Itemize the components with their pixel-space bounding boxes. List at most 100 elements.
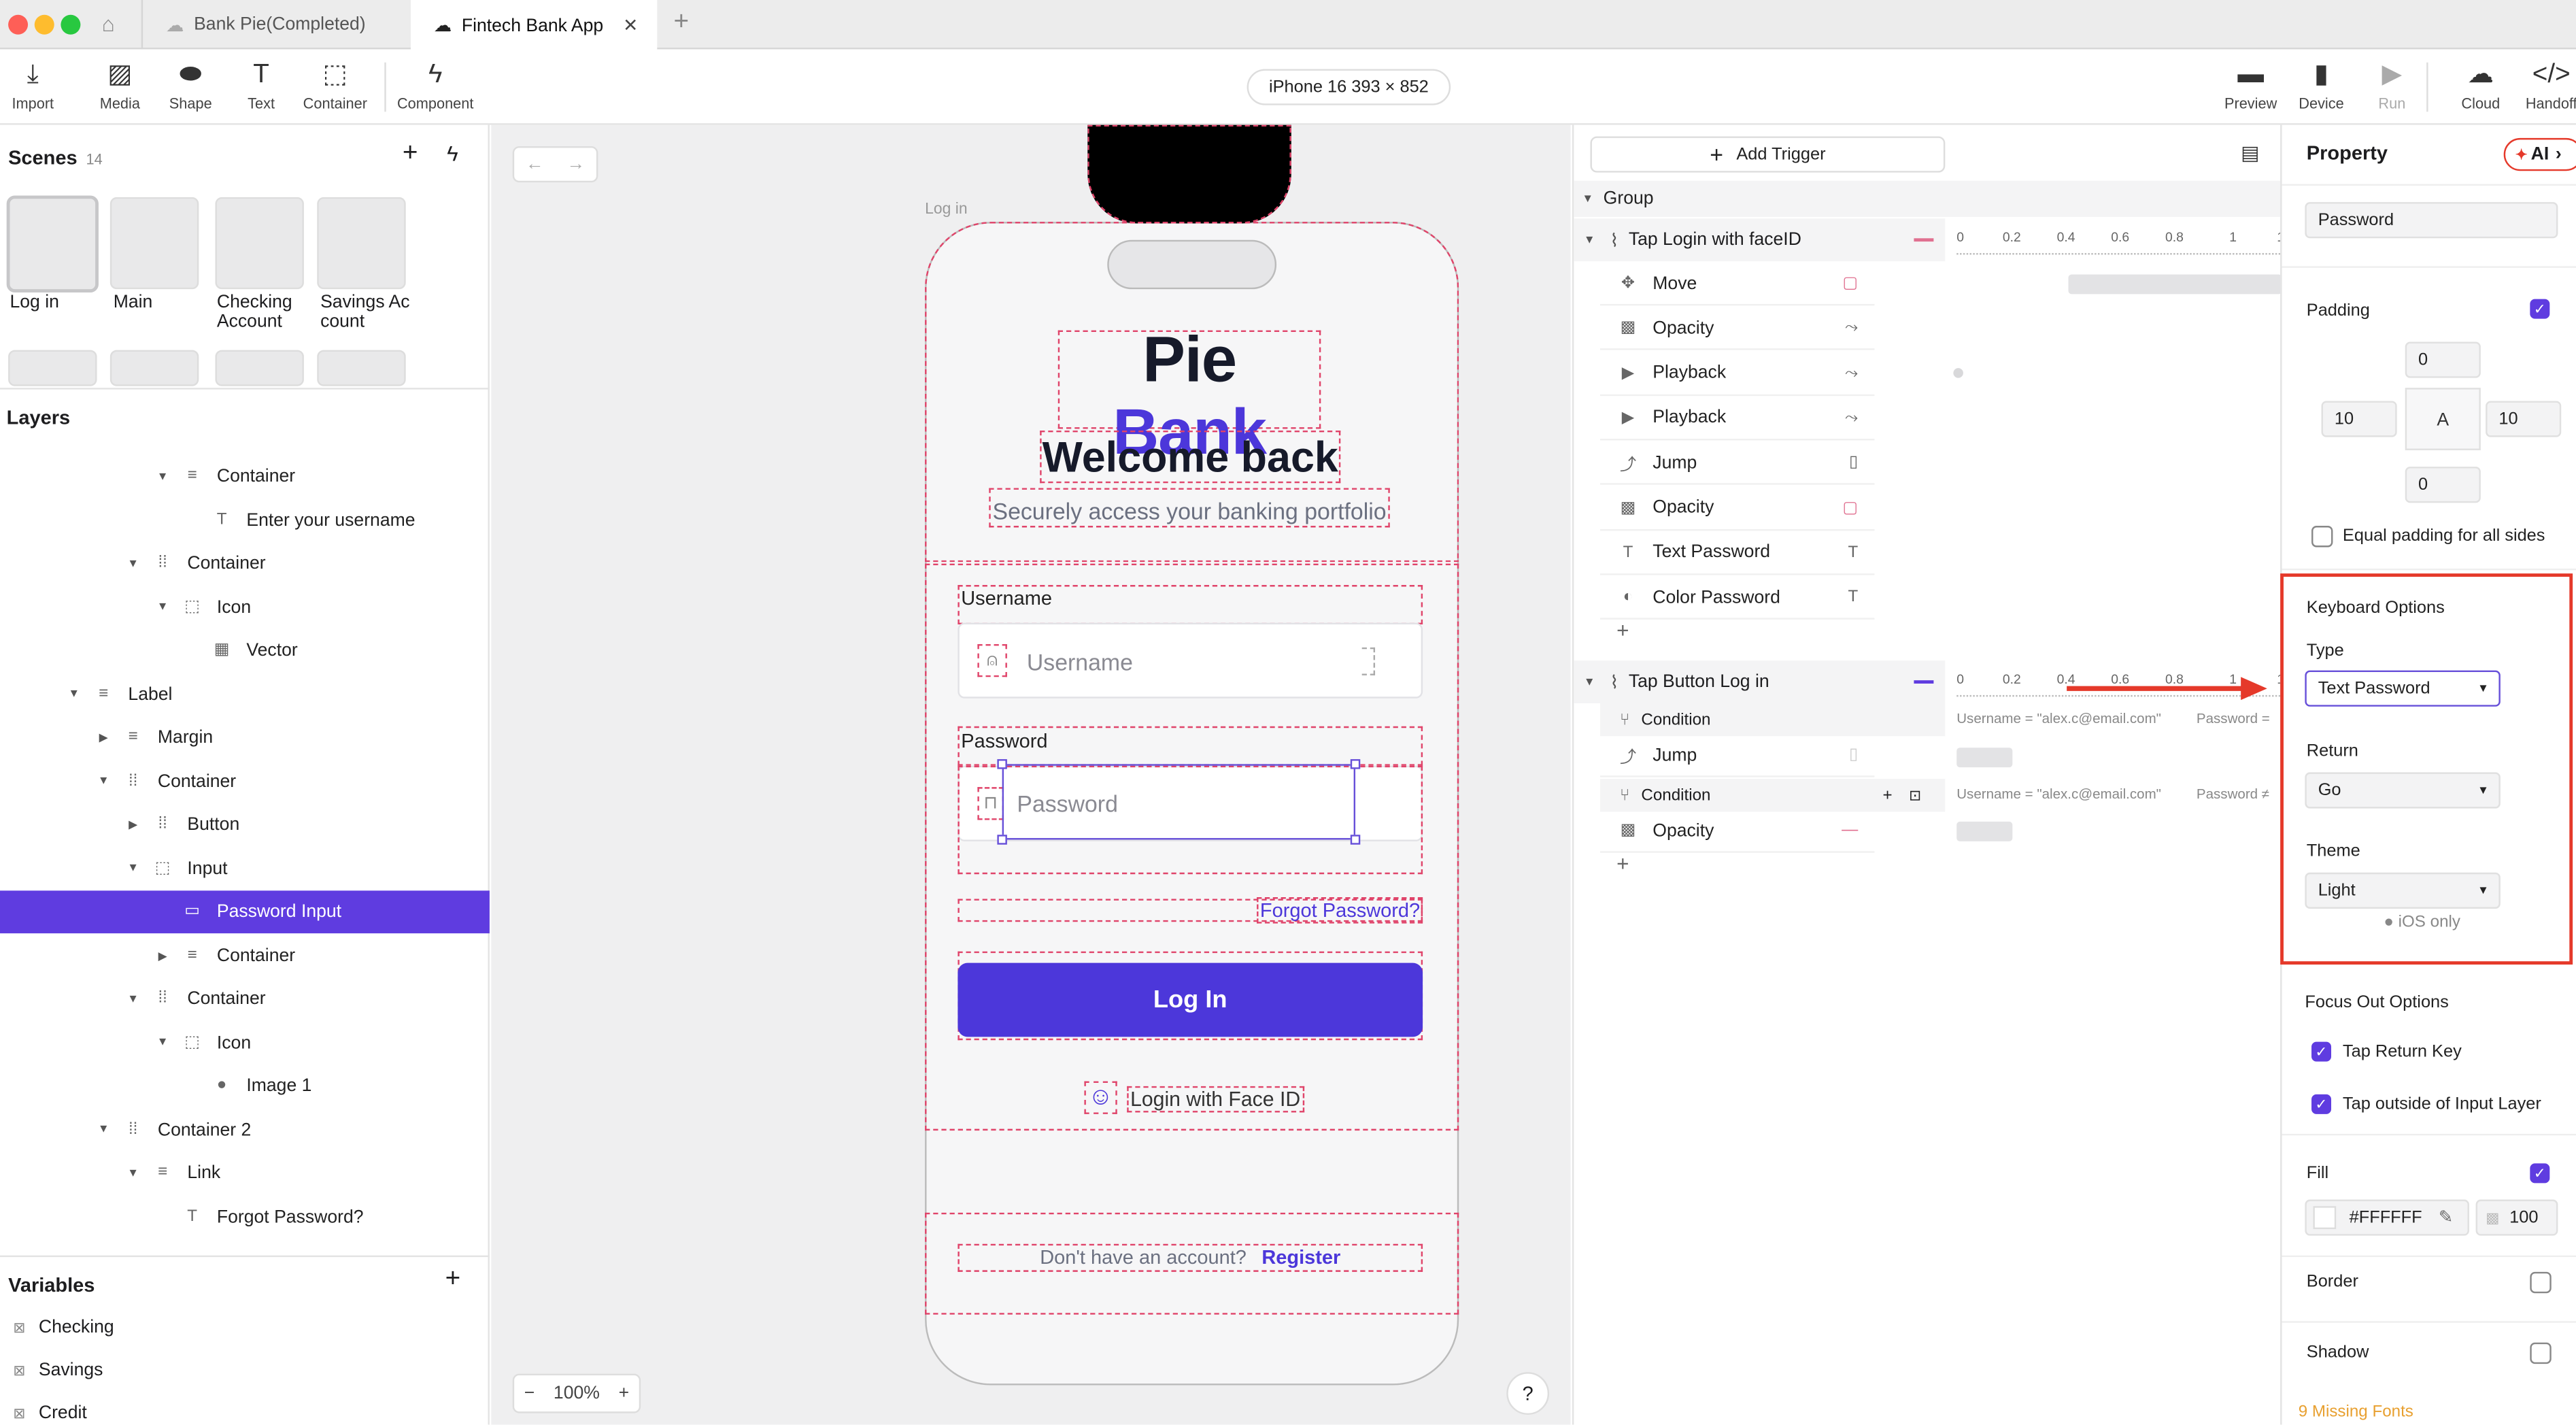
device-tool[interactable]: ▮ Device <box>2280 59 2362 112</box>
action-row[interactable]: ✥ Move ▢ <box>1599 263 1875 306</box>
expand-arrow-icon[interactable]: ▼ <box>154 601 171 613</box>
padding-right-input[interactable]: 10 <box>2486 401 2562 437</box>
zoom-out-icon[interactable]: − <box>524 1384 535 1403</box>
padding-top-input[interactable]: 0 <box>2405 341 2481 378</box>
action-row-jump[interactable]: ⤴ Jump ▯ <box>1599 735 1875 777</box>
add-condition-icon[interactable]: + <box>1883 786 1893 805</box>
minimize-window-button[interactable] <box>34 14 54 35</box>
layer-row[interactable]: ▼ ⁞⁞ Container <box>0 760 490 803</box>
device-selector[interactable]: iPhone 16 393 × 852 <box>1247 69 1451 105</box>
cloud-tool[interactable]: ☁ Cloud <box>2439 59 2522 112</box>
keyframe-dot[interactable] <box>1953 368 1963 378</box>
expand-arrow-icon[interactable]: ▼ <box>125 1167 141 1179</box>
group-row[interactable]: ▼ Group <box>1574 180 2281 217</box>
back-arrow-icon[interactable]: ← <box>526 154 544 174</box>
expand-arrow-icon[interactable]: ▶ <box>154 949 171 962</box>
tab-fintech-bank-app[interactable]: ☁ Fintech Bank App ✕ <box>410 0 658 51</box>
tab-bank-pie[interactable]: ☁ Bank Pie(Completed) <box>141 0 407 50</box>
forgot-password-link[interactable]: Forgot Password? <box>1257 897 1424 924</box>
layer-row[interactable]: ▼ ≡ Container <box>0 455 490 498</box>
opacity-track-bar[interactable] <box>1956 821 2013 841</box>
import-tool[interactable]: ⤓ Import <box>0 59 74 112</box>
expand-arrow-icon[interactable]: ▼ <box>154 471 171 482</box>
search-condition-icon[interactable]: ⊡ <box>1909 786 1921 805</box>
shape-tool[interactable]: ⬬ Shape <box>150 59 232 112</box>
trigger-row[interactable]: ▼ ⌇ Tap Login with faceID <box>1574 218 1946 262</box>
login-button[interactable]: Log In <box>957 962 1423 1037</box>
layer-row[interactable]: ▶ ≡ Container <box>0 934 490 977</box>
run-tool[interactable]: ▶ Run <box>2351 59 2433 112</box>
layer-row[interactable]: ▼ ⁞⁞ Container 2 <box>0 1108 490 1151</box>
expand-arrow-icon[interactable]: ▼ <box>125 993 141 1005</box>
add-trigger-button[interactable]: + Add Trigger <box>1590 136 1946 173</box>
missing-fonts-link[interactable]: 9 Missing Fonts <box>2299 1403 2413 1422</box>
expand-arrow-icon[interactable]: ▼ <box>125 862 141 874</box>
layer-row[interactable]: ▶ ⁞⁞ Button <box>0 803 490 846</box>
jump-track-bar[interactable] <box>1956 748 2013 768</box>
layer-row[interactable]: T Enter your username <box>0 499 490 541</box>
scene-thumb[interactable] <box>215 350 304 386</box>
resize-handle[interactable] <box>1350 759 1361 769</box>
layer-row[interactable]: ▼ ⁞⁞ Container <box>0 542 490 585</box>
action-row[interactable]: ▩ Opacity ▢ <box>1599 487 1875 531</box>
keyboard-theme-select[interactable]: Light ▼ <box>2305 872 2501 909</box>
action-row[interactable]: T Text Password T <box>1599 532 1875 575</box>
face-id-link[interactable]: Login with Face ID <box>1127 1086 1304 1113</box>
resize-handle[interactable] <box>997 759 1007 769</box>
layer-row[interactable]: ▼ ⬚ Icon <box>0 1021 490 1064</box>
scene-thumb-login[interactable] <box>6 195 99 293</box>
close-tab-icon[interactable]: ✕ <box>623 15 638 36</box>
layer-row[interactable]: ▼ ≡ Link <box>0 1152 490 1194</box>
scene-thumb-savings[interactable] <box>317 197 406 290</box>
close-window-button[interactable] <box>8 14 29 35</box>
resize-handle[interactable] <box>997 835 1007 845</box>
trigger-row[interactable]: ▼ ⌇ Tap Button Log in <box>1574 660 1946 703</box>
variable-item[interactable]: ⊠ Checking <box>13 1318 114 1337</box>
handoff-tool[interactable]: </> Handoff <box>2510 59 2576 112</box>
action-row[interactable]: ▶ Playback ⤳ <box>1599 352 1875 396</box>
tap-return-checkbox[interactable]: ✓ <box>2311 1041 2332 1062</box>
expand-arrow-icon[interactable]: ▶ <box>125 818 141 831</box>
component-tool[interactable]: ϟ Component <box>394 59 477 112</box>
scene-thumb[interactable] <box>8 350 97 386</box>
action-row[interactable]: ▶ Playback ⤳ <box>1599 397 1875 441</box>
lightning-icon[interactable]: ϟ <box>447 141 458 166</box>
padding-bottom-input[interactable]: 0 <box>2405 467 2481 503</box>
fill-color-input[interactable]: #FFFFFF ✎ <box>2305 1199 2469 1236</box>
shadow-checkbox[interactable] <box>2530 1342 2552 1364</box>
ai-button[interactable]: ✦ AI › <box>2503 137 2576 171</box>
add-action-icon[interactable]: + <box>1616 851 1629 875</box>
face-id-icon[interactable]: ☺ <box>1084 1081 1117 1114</box>
layer-row[interactable]: ▼ ⬚ Input <box>0 847 490 890</box>
scene-thumb-checking[interactable] <box>215 197 304 290</box>
scene-thumb[interactable] <box>109 350 199 386</box>
return-key-select[interactable]: Go ▼ <box>2305 772 2501 809</box>
layer-name-input[interactable]: Password <box>2305 202 2558 239</box>
expand-arrow-icon[interactable]: ▼ <box>125 558 141 569</box>
variable-item[interactable]: ⊠ Credit <box>13 1403 86 1423</box>
color-swatch[interactable] <box>2313 1206 2337 1230</box>
condition-row[interactable]: ⑂ Condition + ⊡ <box>1599 779 1946 812</box>
layer-row[interactable]: ▦ Vector <box>0 629 490 672</box>
action-row-opacity[interactable]: ▩ Opacity — <box>1599 810 1875 853</box>
add-scene-icon[interactable]: + <box>403 139 418 169</box>
register-link[interactable]: Register <box>1261 1245 1340 1269</box>
fill-opacity-input[interactable]: ▩ 100 <box>2475 1199 2558 1236</box>
condition-row[interactable]: ⑂ Condition <box>1599 703 1946 737</box>
layer-row[interactable]: ▼ ⁞⁞ Container <box>0 977 490 1020</box>
add-variable-icon[interactable]: + <box>445 1265 461 1294</box>
forward-arrow-icon[interactable]: → <box>566 154 585 174</box>
preview-tool[interactable]: ▬ Preview <box>2209 59 2292 112</box>
layer-row[interactable]: ▶ ≡ Margin <box>0 716 490 759</box>
layer-row[interactable]: ● Image 1 <box>0 1064 490 1107</box>
padding-checkbox[interactable]: ✓ <box>2530 299 2550 319</box>
new-tab-icon[interactable]: + <box>673 8 689 37</box>
help-button[interactable]: ? <box>1506 1372 1550 1415</box>
layer-row[interactable]: ▼ ≡ Label <box>0 673 490 716</box>
zoom-window-button[interactable] <box>61 14 81 35</box>
padding-left-input[interactable]: 10 <box>2321 401 2397 437</box>
add-action-icon[interactable]: + <box>1616 618 1629 642</box>
media-tool[interactable]: ▨ Media <box>79 59 161 112</box>
keyboard-type-select[interactable]: Text Password ▼ <box>2305 670 2501 707</box>
home-icon[interactable]: ⌂ <box>102 12 115 36</box>
